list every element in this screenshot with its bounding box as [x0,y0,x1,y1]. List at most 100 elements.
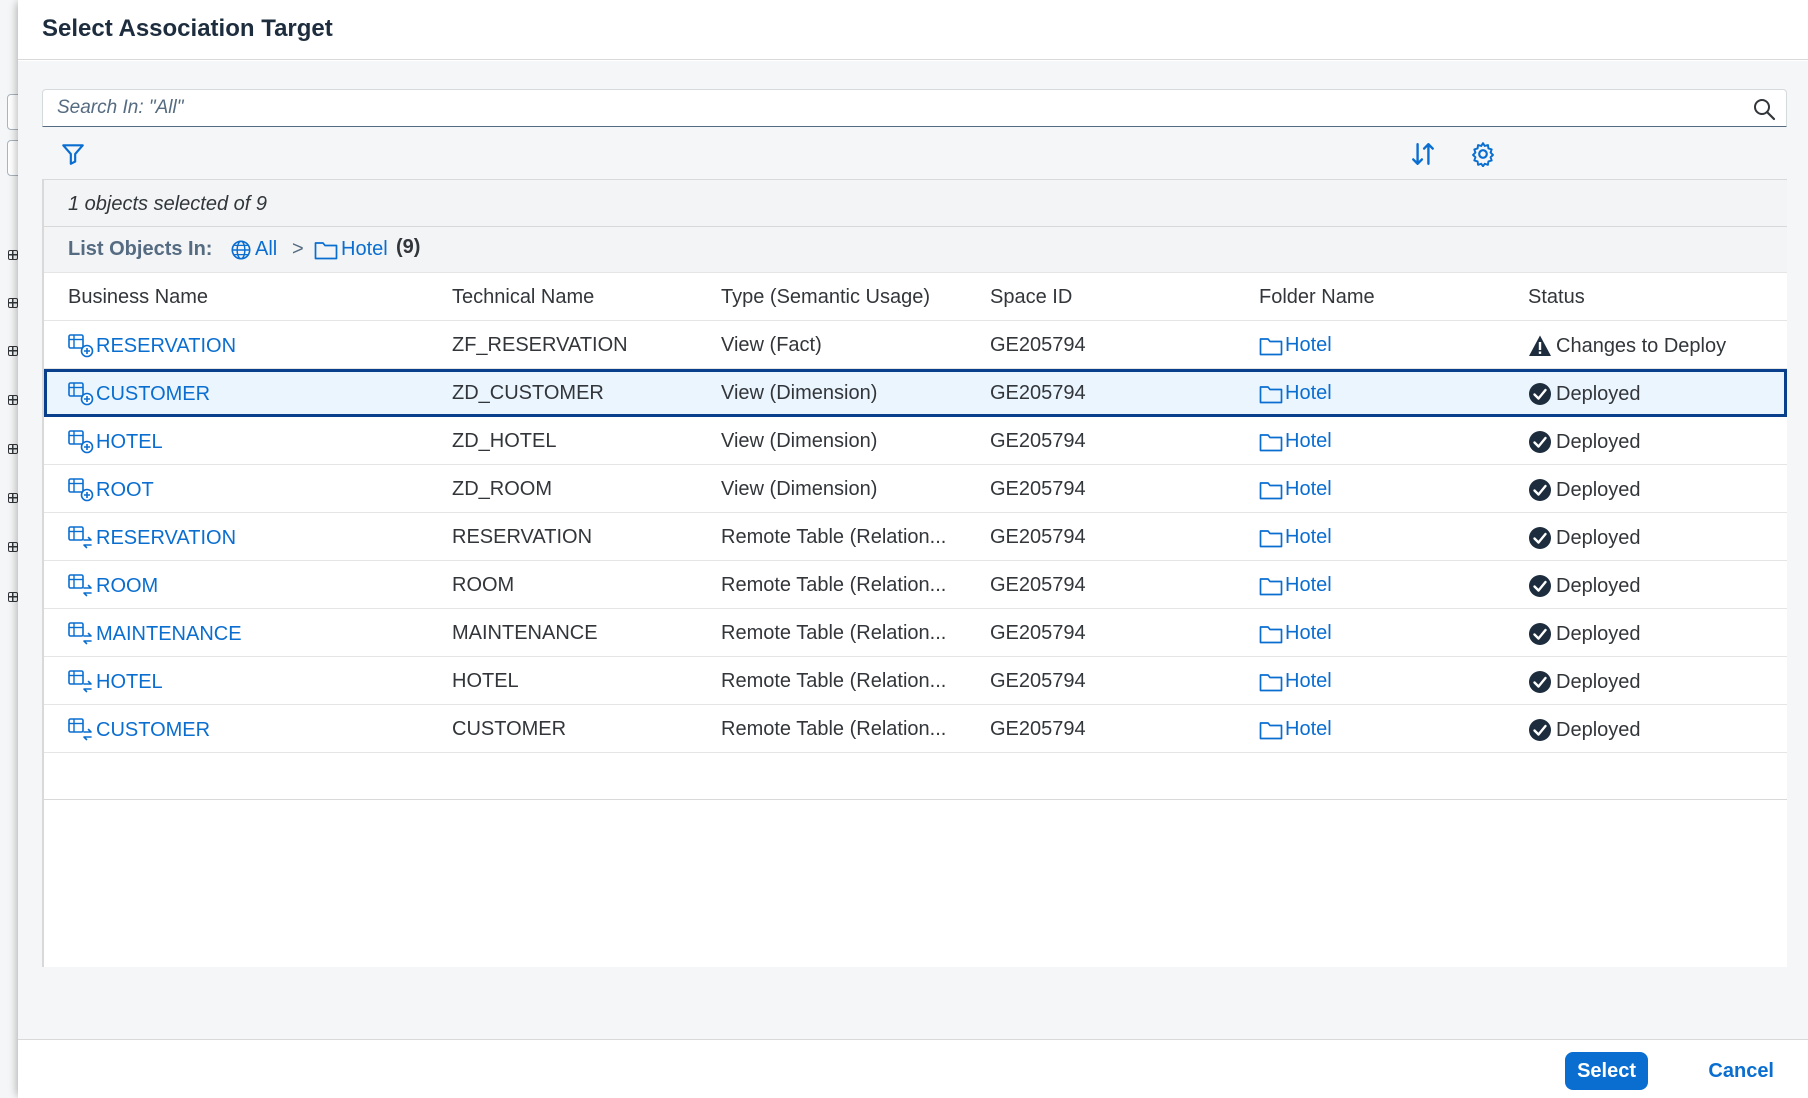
business-name-cell: RESERVATION [68,334,236,358]
breadcrumb-label: List Objects In: [68,238,213,260]
folder-link[interactable]: Hotel [1285,622,1332,645]
sort-icon[interactable] [1410,141,1436,167]
status-cell: Deployed [1528,382,1641,406]
type-cell: Remote Table (Relation... [721,574,947,596]
folder-name-cell[interactable]: Hotel [1259,478,1332,501]
check-circle-icon [1528,430,1552,454]
status-cell: Deployed [1528,670,1641,694]
column-header-space-id[interactable]: Space ID [990,286,1072,309]
space-id-cell: GE205794 [990,334,1086,356]
filter-icon[interactable] [60,141,86,167]
breadcrumb-folder-link[interactable]: Hotel [314,238,388,261]
business-name-link[interactable]: RESERVATION [96,527,236,550]
cancel-button[interactable]: Cancel [1696,1052,1786,1090]
table-row[interactable]: HOTEL ZD_HOTEL View (Dimension) GE205794 Hot… [44,417,1787,465]
search-field[interactable] [42,89,1787,127]
folder-link[interactable]: Hotel [1285,526,1332,549]
folder-link[interactable]: Hotel [1285,478,1332,501]
status-text: Deployed [1556,718,1641,741]
space-id-cell: GE205794 [990,526,1086,548]
business-name-cell: HOTEL [68,670,163,694]
table-icon [8,444,18,454]
business-name-link[interactable]: MAINTENANCE [96,623,242,646]
table-icon [8,395,18,405]
business-name-link[interactable]: CUSTOMER [96,719,210,742]
folder-name-cell[interactable]: Hotel [1259,526,1332,549]
business-name-link[interactable]: ROOT [96,479,154,502]
folder-link[interactable]: Hotel [1285,430,1332,453]
folder-link[interactable]: Hotel [1285,382,1332,405]
space-id-cell: GE205794 [990,430,1086,452]
check-circle-icon [1528,382,1552,406]
selection-info-bar: 1 objects selected of 9 [44,179,1787,227]
folder-link[interactable]: Hotel [1285,334,1332,357]
table-row[interactable]: RESERVATION ZF_RESERVATION View (Fact) GE20… [44,321,1787,369]
table-row[interactable]: CUSTOMER ZD_CUSTOMER View (Dimension) GE205… [44,369,1787,417]
dialog-footer: Select Cancel [18,1039,1808,1098]
business-name-link[interactable]: CUSTOMER [96,383,210,406]
remote-table-icon [68,670,94,694]
remote-table-icon [68,622,94,646]
folder-name-cell[interactable]: Hotel [1259,574,1332,597]
status-cell: Deployed [1528,430,1641,454]
search-input[interactable] [43,90,1733,126]
column-header-status[interactable]: Status [1528,286,1585,309]
status-cell: Deployed [1528,622,1641,646]
folder-name-cell[interactable]: Hotel [1259,718,1332,741]
folder-link[interactable]: Hotel [1285,718,1332,741]
table-icon [8,250,18,260]
business-name-link[interactable]: HOTEL [96,671,163,694]
table-row[interactable]: HOTEL HOTEL Remote Table (Relation... GE205… [44,657,1787,705]
check-circle-icon [1528,622,1552,646]
breadcrumb-root-link[interactable]: All [230,238,277,261]
table-row[interactable]: ROOM ROOM Remote Table (Relation... GE20579… [44,561,1787,609]
gear-icon[interactable] [1470,141,1496,167]
check-circle-icon [1528,478,1552,502]
space-id-cell: GE205794 [990,622,1086,644]
breadcrumb: List Objects In: All > Hotel (9) [44,227,1787,273]
business-name-link[interactable]: HOTEL [96,431,163,454]
folder-name-cell[interactable]: Hotel [1259,670,1332,693]
folder-name-cell[interactable]: Hotel [1259,334,1332,357]
folder-name-cell[interactable]: Hotel [1259,430,1332,453]
status-text: Deployed [1556,382,1641,405]
folder-link[interactable]: Hotel [1285,670,1332,693]
column-header-folder-name[interactable]: Folder Name [1259,286,1375,309]
check-circle-icon [1528,526,1552,550]
folder-name-cell[interactable]: Hotel [1259,622,1332,645]
view-icon [68,478,94,502]
folder-name-cell[interactable]: Hotel [1259,382,1332,405]
search-icon[interactable] [1752,97,1776,121]
type-cell: View (Dimension) [721,478,878,500]
status-text: Deployed [1556,622,1641,645]
business-name-cell: ROOM [68,574,158,598]
business-name-link[interactable]: ROOM [96,575,158,598]
dialog-header: Select Association Target [18,0,1808,60]
table-row[interactable]: RESERVATION RESERVATION Remote Table (Rela… [44,513,1787,561]
table-row[interactable]: ROOT ZD_ROOM View (Dimension) GE205794 Hotel… [44,465,1787,513]
folder-icon [1259,623,1283,645]
business-name-link[interactable]: RESERVATION [96,335,236,358]
status-text: Deployed [1556,574,1641,597]
table-icon [8,592,18,602]
table-icon [8,346,18,356]
folder-icon [1259,383,1283,405]
dialog-title: Select Association Target [42,15,333,42]
table-icon [8,298,18,308]
space-id-cell: GE205794 [990,718,1086,740]
check-circle-icon [1528,574,1552,598]
column-header-business-name[interactable]: Business Name [68,286,208,309]
column-header-technical-name[interactable]: Technical Name [452,286,594,309]
dialog-body: 1 objects selected of 9 List Objects In:… [18,61,1808,1039]
column-header-type[interactable]: Type (Semantic Usage) [721,286,930,309]
type-cell: Remote Table (Relation... [721,670,947,692]
folder-link[interactable]: Hotel [1285,574,1332,597]
table-row[interactable]: MAINTENANCE MAINTENANCE Remote Table (Rela… [44,609,1787,657]
status-text: Changes to Deploy [1556,334,1727,357]
type-cell: Remote Table (Relation... [721,622,947,644]
status-cell: Deployed [1528,718,1641,742]
globe-icon [231,239,251,260]
table-toolbar [42,129,1787,177]
table-row[interactable]: CUSTOMER CUSTOMER Remote Table (Relation..… [44,705,1787,753]
select-button[interactable]: Select [1565,1052,1648,1090]
